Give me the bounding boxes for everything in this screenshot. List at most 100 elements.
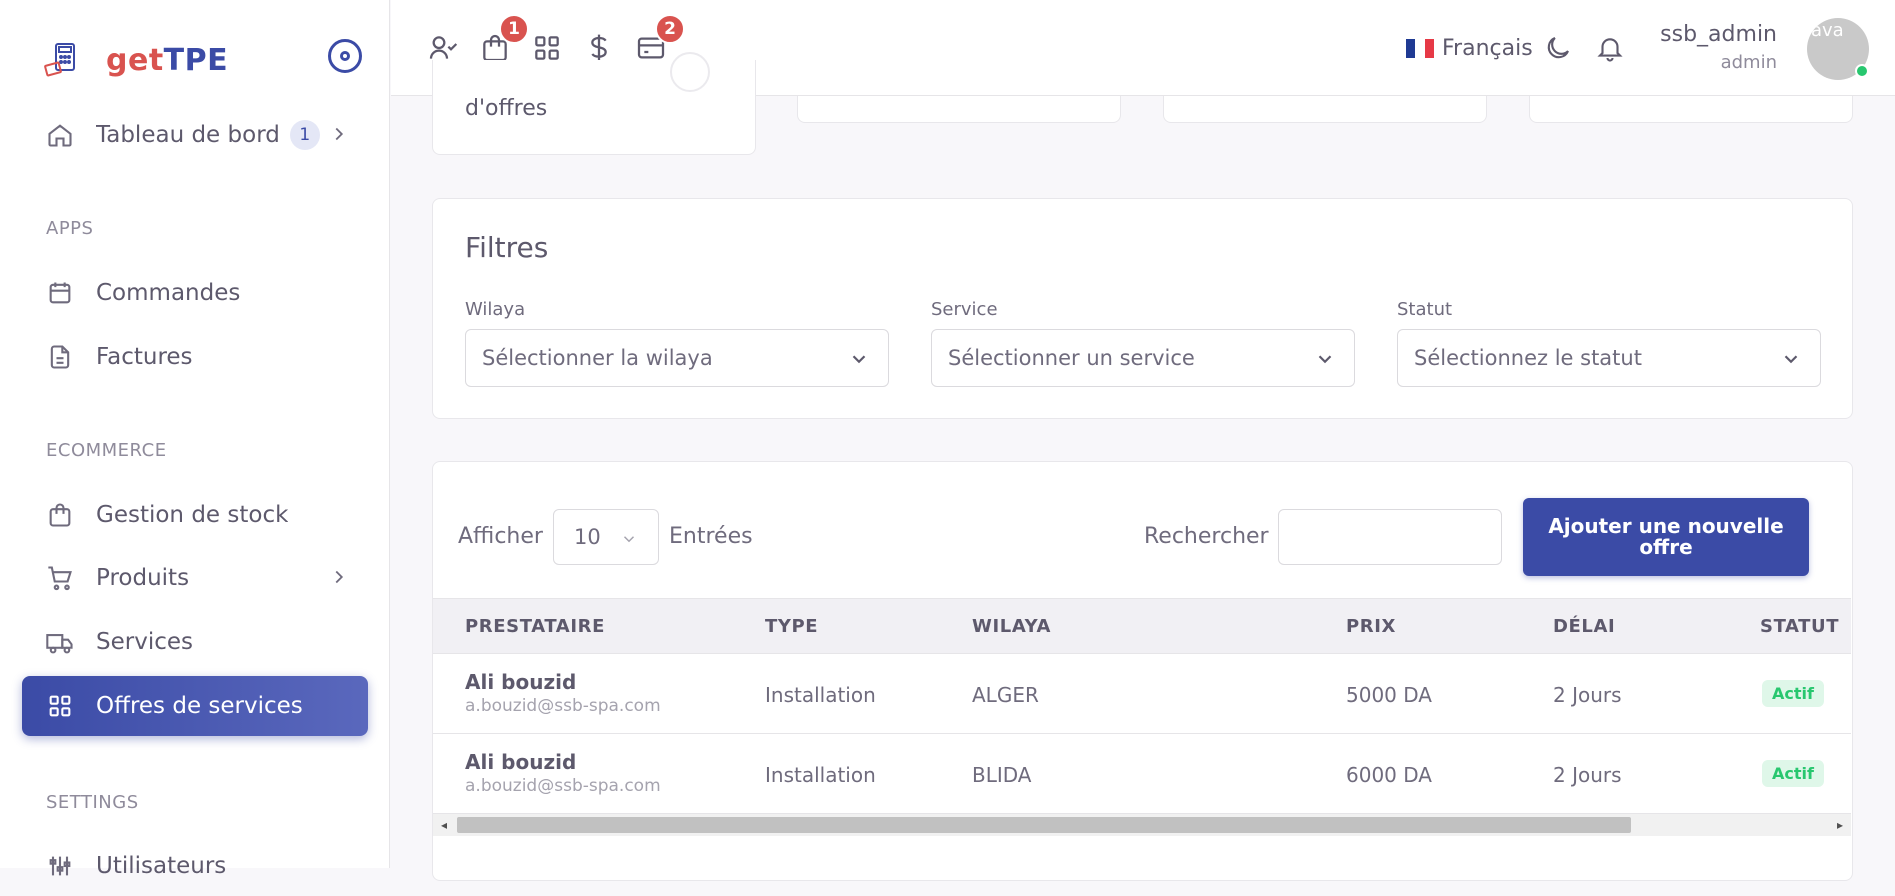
chevron-down-icon [620,529,638,547]
orders-badge: 1 [499,14,529,44]
horizontal-scrollbar[interactable]: ◂ ▸ [433,814,1851,836]
section-header-settings: SETTINGS [46,792,139,813]
stat-card-3 [1163,96,1487,123]
grid-icon [44,690,76,722]
flag-fr-icon [1406,38,1434,58]
language-selector[interactable]: Français [1398,30,1533,66]
sidebar-item-label: Offres de services [96,693,303,719]
home-icon [44,119,76,151]
section-header-apps: APPS [46,218,94,239]
chevron-down-icon [1314,348,1336,370]
column-header-type[interactable]: TYPE [765,616,818,637]
user-role: admin [1720,52,1777,73]
row-prix: 5000 DA [1346,683,1432,707]
row-type: Installation [765,683,876,707]
sidebar-item-label: Factures [96,344,193,370]
table-header: PRESTATAIRE TYPE WILAYA PRIX DÉLAI STATU… [433,598,1851,654]
offers-table-card: Afficher 10 Entrées Rechercher Ajouter u… [432,461,1853,881]
sidebar-item-label: Tableau de bord [96,122,280,148]
scroll-left-arrow-icon[interactable]: ◂ [437,818,451,832]
calculator-logo-icon [40,38,84,82]
shopping-bag-icon [44,499,76,531]
stat-icon-circle [670,52,710,92]
wilaya-select-value: Sélectionner la wilaya [482,346,713,370]
sidebar-item-factures[interactable]: Factures [22,327,368,387]
column-header-delai[interactable]: DÉLAI [1553,616,1615,637]
table-row[interactable]: Ali bouzid a.bouzid@ssb-spa.com Installa… [433,654,1851,734]
truck-icon [44,626,76,658]
scrollbar-thumb[interactable] [457,817,1631,833]
avatar-alt-text: ava [1811,20,1844,41]
row-prestataire-name: Ali bouzid [465,670,577,694]
page-size-value: 10 [574,525,601,549]
show-label: Afficher [458,524,543,549]
brand-name-part1: get [106,42,164,78]
row-prestataire-email: a.bouzid@ssb-spa.com [465,776,661,796]
chevron-right-icon [328,566,350,588]
service-select-value: Sélectionner un service [948,346,1195,370]
cards-badge: 2 [655,14,685,44]
stat-card-4 [1529,96,1853,123]
status-badge: Actif [1762,760,1824,787]
status-badge: Actif [1762,680,1824,707]
brand[interactable]: getTPE [40,30,228,90]
sidebar-item-stock[interactable]: Gestion de stock [22,485,368,545]
sidebar-item-offres[interactable]: Offres de services [22,676,368,736]
statut-select-value: Sélectionnez le statut [1414,346,1642,370]
row-prestataire-name: Ali bouzid [465,750,577,774]
sidebar-item-label: Utilisateurs [96,853,227,879]
sidebar-item-label: Commandes [96,280,241,306]
sidebar: getTPE Tableau de bord 1 APPS Commandes … [0,0,390,879]
filters-card: Filtres Wilaya Sélectionner la wilaya Se… [432,198,1853,419]
filters-title: Filtres [465,231,549,264]
sidebar-item-commandes[interactable]: Commandes [22,263,368,323]
stat-card-2 [797,96,1121,123]
sidebar-item-services[interactable]: Services [22,612,368,672]
sidebar-item-label: Services [96,629,193,655]
moon-icon[interactable] [1540,30,1576,66]
online-status-dot [1855,64,1869,78]
sidebar-item-dashboard[interactable]: Tableau de bord 1 [22,105,368,165]
sidebar-item-utilisateurs[interactable]: Utilisateurs [22,836,368,896]
target-icon [340,51,350,61]
row-delai: 2 Jours [1553,763,1622,787]
calendar-icon [44,277,76,309]
column-header-wilaya[interactable]: WILAYA [972,616,1051,637]
row-delai: 2 Jours [1553,683,1622,707]
service-select[interactable]: Sélectionner un service [931,329,1355,387]
search-label: Rechercher [1144,524,1269,549]
service-label: Service [931,299,998,320]
row-wilaya: BLIDA [972,763,1032,787]
sidebar-collapse-toggle[interactable] [328,39,362,73]
column-header-statut[interactable]: STATUT [1760,616,1839,637]
scroll-right-arrow-icon[interactable]: ▸ [1833,818,1847,832]
add-offer-button[interactable]: Ajouter une nouvelle offre [1523,498,1809,576]
page-size-select[interactable]: 10 [553,509,659,565]
statut-select[interactable]: Sélectionnez le statut [1397,329,1821,387]
wilaya-label: Wilaya [465,299,526,320]
row-prix: 6000 DA [1346,763,1432,787]
search-input[interactable] [1278,509,1502,565]
column-header-prix[interactable]: PRIX [1346,616,1396,637]
language-label: Français [1442,35,1533,61]
user-name[interactable]: ssb_admin [1660,22,1777,47]
entries-label: Entrées [669,524,753,549]
column-header-prestataire[interactable]: PRESTATAIRE [465,616,605,637]
stat-card-offres: d'offres [432,52,756,155]
row-wilaya: ALGER [972,683,1039,707]
shopping-cart-icon [44,562,76,594]
brand-name: getTPE [106,43,228,78]
sidebar-item-produits[interactable]: Produits [22,548,368,608]
chevron-down-icon [848,348,870,370]
wilaya-select[interactable]: Sélectionner la wilaya [465,329,889,387]
chevron-down-icon [1780,348,1802,370]
statut-label: Statut [1397,299,1453,320]
row-type: Installation [765,763,876,787]
table-row[interactable]: Ali bouzid a.bouzid@ssb-spa.com Installa… [433,734,1851,814]
file-text-icon [44,341,76,373]
bell-icon[interactable] [1592,30,1628,66]
section-header-ecommerce: ECOMMERCE [46,440,167,461]
sidebar-item-label: Gestion de stock [96,502,289,528]
row-prestataire-email: a.bouzid@ssb-spa.com [465,696,661,716]
sidebar-dashboard-badge: 1 [289,120,320,150]
